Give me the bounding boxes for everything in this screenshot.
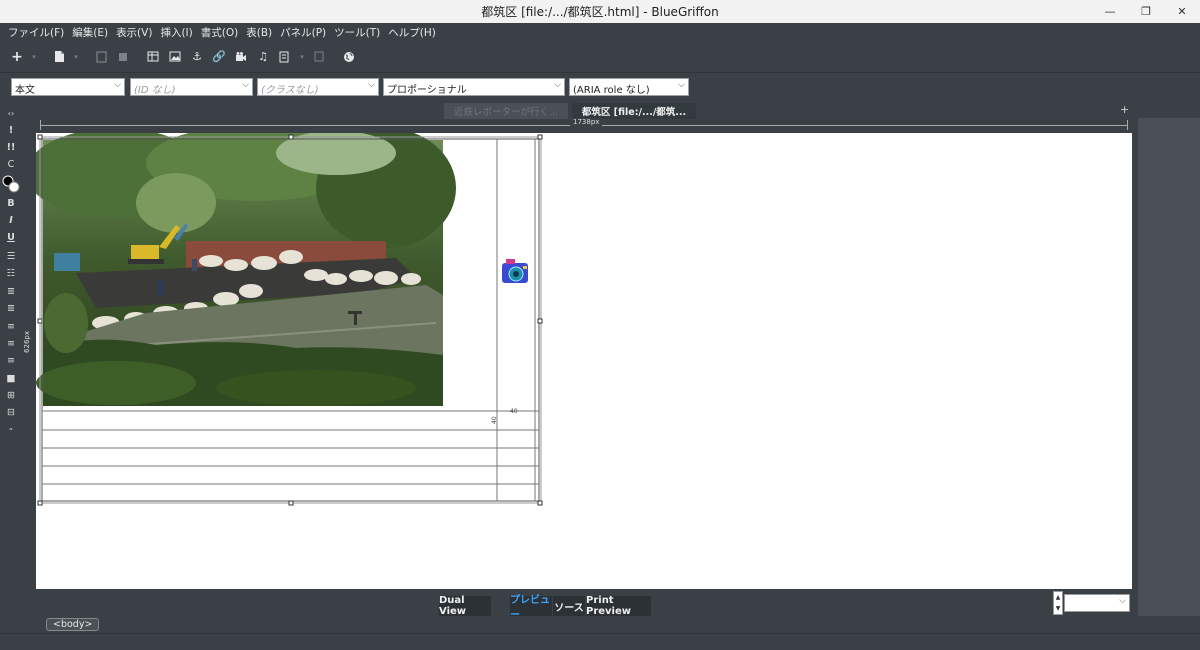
class-select-value: (クラスなし): [261, 85, 319, 96]
chevron-down-icon: ⌵: [368, 80, 375, 90]
form-dropdown-icon[interactable]: ▾: [298, 48, 306, 66]
paragraph-format-select[interactable]: 本文 ⌵: [11, 78, 125, 96]
block-outdent-icon[interactable]: ⊟: [0, 404, 22, 420]
class-select[interactable]: (クラスなし) ⌵: [257, 78, 379, 96]
numbered-list-icon[interactable]: ☷: [0, 265, 22, 281]
tab-tsuzuki[interactable]: 都筑区 [file:/.../都筑...: [572, 103, 696, 119]
ruler-width-label: 1738px: [570, 118, 603, 126]
menu-edit[interactable]: 編集(E): [68, 25, 112, 40]
block-indent-icon[interactable]: ⊞: [0, 387, 22, 403]
pond-construction-photo[interactable]: [36, 133, 456, 406]
menu-help[interactable]: ヘルプ(H): [384, 25, 440, 40]
new-plus-icon[interactable]: +: [8, 48, 26, 66]
italic-icon[interactable]: I: [0, 212, 22, 228]
important-icon[interactable]: !: [0, 122, 22, 138]
menu-table[interactable]: 表(B): [242, 25, 276, 40]
open-file-icon[interactable]: [50, 48, 68, 66]
outdent-icon[interactable]: ≣: [0, 283, 22, 299]
open-dropdown-icon[interactable]: ▾: [72, 48, 80, 66]
aria-role-select[interactable]: (ARIA role なし) ⌵: [569, 78, 689, 96]
justify-icon[interactable]: ■: [0, 370, 22, 386]
table-resize-widget[interactable]: 40 40: [491, 408, 518, 424]
bullet-list-icon[interactable]: ☰: [0, 248, 22, 264]
aria-role-value: (ARIA role なし): [573, 85, 650, 96]
align-center-icon[interactable]: ≡: [0, 335, 22, 351]
code-icon[interactable]: ‹›: [0, 105, 22, 121]
quote-icon[interactable]: “: [0, 423, 22, 439]
preview-button[interactable]: プレビュー: [510, 595, 552, 621]
citation-icon[interactable]: C: [0, 156, 22, 172]
row-size-label: 40: [491, 416, 498, 424]
stop-icon[interactable]: [114, 48, 132, 66]
vertical-ruler: 626px: [22, 133, 36, 503]
document-content: 40 40: [36, 133, 543, 506]
link-icon[interactable]: 🔗: [210, 48, 228, 66]
menu-file[interactable]: ファイル(F): [4, 25, 68, 40]
paragraph-format-value: 本文: [15, 85, 35, 96]
html-element-icon[interactable]: [310, 48, 328, 66]
source-button[interactable]: ソース: [553, 596, 585, 616]
form-icon[interactable]: [276, 48, 294, 66]
minimize-button[interactable]: —: [1092, 0, 1128, 23]
tab-kintetsu-reporter[interactable]: 近鉄レポーターが行く...: [444, 103, 568, 119]
bold-icon[interactable]: B: [0, 195, 22, 211]
zoom-select[interactable]: ⌵: [1064, 594, 1130, 612]
audio-icon[interactable]: ♫: [254, 48, 272, 66]
window-titlebar: 都筑区 [file:/.../都筑区.html] - BlueGriffon —…: [0, 0, 1200, 23]
status-bar: <body>: [0, 618, 1200, 650]
camera-icon[interactable]: [502, 259, 528, 283]
print-preview-button[interactable]: Print Preview: [586, 595, 651, 617]
horizontal-ruler: 1738px: [36, 118, 1132, 131]
chevron-down-icon: ⌵: [554, 80, 561, 90]
save-icon[interactable]: [92, 48, 110, 66]
chevron-down-icon: ⌵: [114, 80, 121, 90]
element-breadcrumb-body[interactable]: <body>: [46, 618, 100, 631]
close-button[interactable]: ✕: [1164, 0, 1200, 23]
new-dropdown-icon[interactable]: ▾: [30, 48, 38, 66]
chevron-down-icon: ⌵: [242, 80, 249, 90]
restore-button[interactable]: ❐: [1128, 0, 1164, 23]
align-right-icon[interactable]: ≡: [0, 352, 22, 368]
color-picker-icon[interactable]: [0, 173, 22, 195]
align-left-icon[interactable]: ≡: [0, 318, 22, 334]
window-title: 都筑区 [file:/.../都筑区.html] - BlueGriffon: [481, 5, 719, 19]
video-icon[interactable]: [232, 48, 250, 66]
main-toolbar: + ▾ ▾ ⚓ 🔗 ♫ ▾: [0, 41, 1200, 73]
window-controls: — ❐ ✕: [1092, 0, 1200, 23]
left-format-toolbar: ‹› ! !! C B I U ☰ ☷ ≣ ≣ ≡ ≡ ≡ ■ ⊞ ⊟ “: [0, 103, 22, 443]
menu-tools[interactable]: ツール(T): [330, 25, 384, 40]
indent-icon[interactable]: ≣: [0, 300, 22, 316]
column-size-label: 40: [510, 408, 518, 415]
chevron-down-icon: ⌵: [1119, 596, 1126, 606]
format-bar: 本文 ⌵ (ID なし) ⌵ (クラスなし) ⌵ プロポーショナル ⌵ (ARI…: [0, 73, 1200, 103]
menu-insert[interactable]: 挿入(I): [156, 25, 196, 40]
new-tab-icon[interactable]: +: [1120, 103, 1129, 116]
table-icon[interactable]: [144, 48, 162, 66]
right-side-panel: [1138, 118, 1200, 616]
id-select-value: (ID なし): [134, 85, 176, 96]
underline-icon[interactable]: U: [0, 229, 22, 245]
strong-important-icon[interactable]: !!: [0, 139, 22, 155]
chevron-down-icon: ⌵: [678, 80, 685, 90]
dual-view-button[interactable]: Dual View: [439, 595, 491, 617]
anchor-icon[interactable]: ⚓: [188, 48, 206, 66]
globe-icon[interactable]: [340, 48, 358, 66]
document-tabs: 近鉄レポーターが行く... 都筑区 [file:/.../都筑... +: [22, 103, 1138, 119]
menu-panel[interactable]: パネル(P): [276, 25, 330, 40]
ruler-height-label: 626px: [23, 331, 31, 353]
view-mode-bar: Dual View プレビュー ソース Print Preview: [0, 594, 1200, 621]
menu-format[interactable]: 書式(O): [197, 25, 242, 40]
menu-bar: ファイル(F) 編集(E) 表示(V) 挿入(I) 書式(O) 表(B) パネル…: [0, 23, 1200, 41]
font-select-value: プロポーショナル: [387, 85, 467, 96]
editor-canvas[interactable]: 40 40: [36, 133, 1132, 589]
font-select[interactable]: プロポーショナル ⌵: [383, 78, 565, 96]
zoom-spinner[interactable]: ▲ ▼: [1053, 591, 1063, 615]
id-select[interactable]: (ID なし) ⌵: [130, 78, 253, 96]
menu-view[interactable]: 表示(V): [112, 25, 156, 40]
image-icon[interactable]: [166, 48, 184, 66]
